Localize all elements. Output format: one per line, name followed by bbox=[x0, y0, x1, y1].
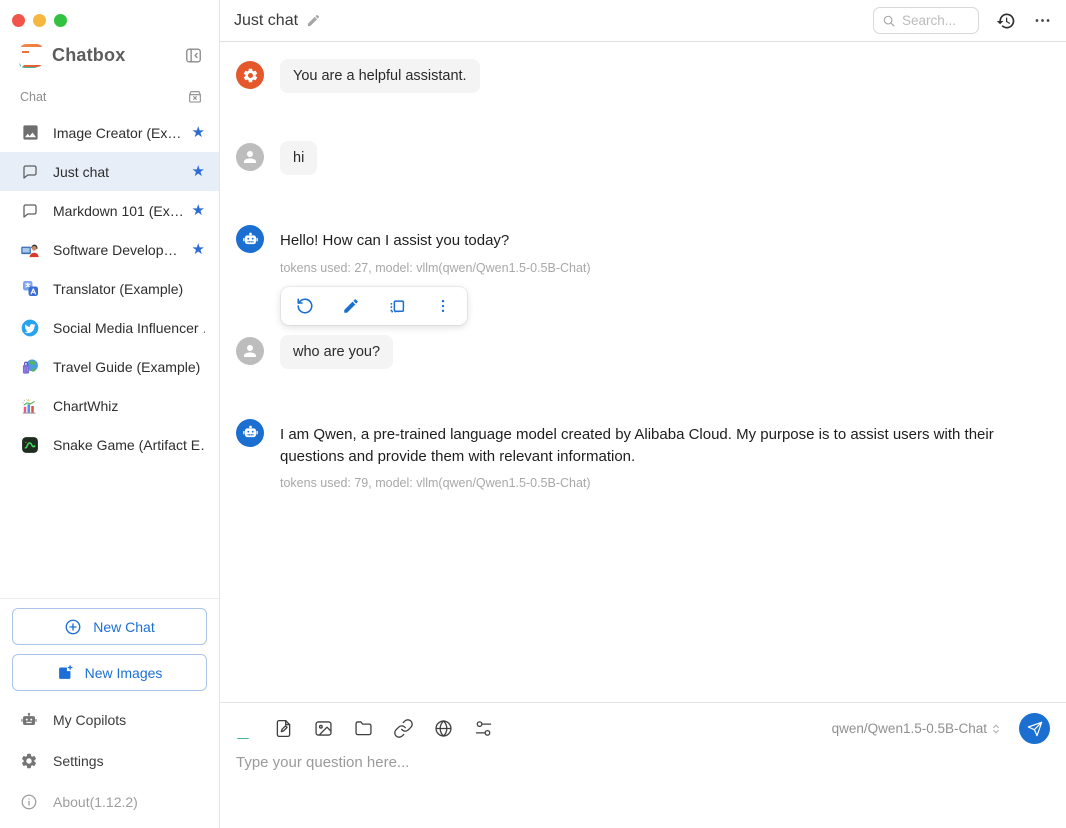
search-icon bbox=[882, 14, 896, 28]
chart-icon bbox=[20, 396, 40, 416]
message-assistant: I am Qwen, a pre-trained language model … bbox=[236, 417, 1050, 491]
settings-sliders-icon[interactable] bbox=[473, 718, 494, 739]
message-text[interactable]: I am Qwen, a pre-trained language model … bbox=[280, 417, 1050, 468]
chat-bubble-icon bbox=[20, 162, 40, 182]
sidebar: Chatbox Chat Image Creator (Ex… ★ bbox=[0, 0, 220, 828]
settings-item[interactable]: Settings bbox=[0, 740, 219, 781]
web-browsing-icon[interactable] bbox=[433, 718, 454, 739]
robot-icon bbox=[241, 423, 260, 442]
more-menu-icon[interactable] bbox=[1033, 11, 1052, 30]
sidebar-item-markdown-101[interactable]: Markdown 101 (Ex… ★ bbox=[0, 191, 219, 230]
search-input[interactable] bbox=[902, 13, 968, 28]
message-bubble[interactable]: who are you? bbox=[280, 335, 393, 369]
sidebar-item-chartwhiz[interactable]: ChartWhiz bbox=[0, 386, 219, 425]
image-icon bbox=[20, 123, 40, 143]
chatbox-logo-icon bbox=[20, 44, 43, 67]
user-avatar bbox=[236, 337, 264, 365]
message-bubble[interactable]: hi bbox=[280, 141, 317, 175]
sidebar-bottom: My Copilots Settings About(1.12.2) bbox=[0, 691, 219, 828]
message-bubble[interactable]: You are a helpful assistant. bbox=[280, 59, 480, 93]
main-area: Just chat bbox=[220, 0, 1066, 828]
send-icon bbox=[1027, 721, 1043, 737]
zoom-window-button[interactable] bbox=[54, 14, 67, 27]
plus-circle-icon bbox=[64, 618, 82, 636]
sidebar-item-translator[interactable]: Translator (Example) bbox=[0, 269, 219, 308]
star-icon[interactable]: ★ bbox=[192, 125, 205, 140]
robot-icon bbox=[20, 711, 38, 729]
developer-icon bbox=[20, 240, 40, 260]
image-plus-icon bbox=[57, 664, 74, 681]
message-meta: tokens used: 27, model: vllm(qwen/Qwen1.… bbox=[280, 261, 1050, 275]
message-input[interactable] bbox=[236, 754, 1050, 814]
brand-row: Chatbox bbox=[0, 30, 219, 67]
sidebar-divider bbox=[0, 598, 219, 599]
sidebar-item-software-developer[interactable]: Software Develop… ★ bbox=[0, 230, 219, 269]
system-avatar bbox=[236, 61, 264, 89]
edit-icon[interactable] bbox=[342, 297, 360, 315]
about-item[interactable]: About(1.12.2) bbox=[0, 781, 219, 822]
star-icon[interactable]: ★ bbox=[192, 164, 205, 179]
chat-bubble-icon bbox=[20, 201, 40, 221]
composer: qwen/Qwen1.5-0.5B-Chat bbox=[220, 702, 1066, 828]
message-user: hi bbox=[236, 141, 1050, 175]
regenerate-icon[interactable] bbox=[296, 297, 314, 315]
info-icon bbox=[20, 793, 38, 811]
more-options-icon[interactable] bbox=[434, 297, 452, 315]
link-icon[interactable] bbox=[393, 718, 414, 739]
my-copilots-item[interactable]: My Copilots bbox=[0, 699, 219, 740]
message-text[interactable]: Hello! How can I assist you today? bbox=[280, 223, 1050, 252]
assistant-avatar bbox=[236, 225, 264, 253]
star-icon[interactable]: ★ bbox=[192, 203, 205, 218]
twitter-icon bbox=[20, 318, 40, 338]
person-icon bbox=[241, 148, 259, 166]
new-images-button[interactable]: New Images bbox=[12, 654, 207, 691]
new-chat-button[interactable]: New Chat bbox=[12, 608, 207, 645]
travel-icon bbox=[20, 357, 40, 377]
chevron-up-down-icon bbox=[989, 722, 1003, 736]
message-action-toolbar bbox=[281, 287, 467, 325]
message-meta: tokens used: 79, model: vllm(qwen/Qwen1.… bbox=[280, 476, 1050, 490]
attach-file-icon[interactable] bbox=[273, 718, 294, 739]
history-icon[interactable] bbox=[996, 11, 1016, 31]
sidebar-item-image-creator[interactable]: Image Creator (Ex… ★ bbox=[0, 113, 219, 152]
chat-list: Image Creator (Ex… ★ Just chat ★ Markdow… bbox=[0, 113, 219, 464]
robot-icon bbox=[241, 230, 260, 249]
edit-title-icon[interactable] bbox=[306, 13, 321, 28]
gear-icon bbox=[242, 67, 259, 84]
conversation-title: Just chat bbox=[234, 12, 298, 30]
gear-icon bbox=[20, 752, 38, 770]
chat-section-label: Chat bbox=[20, 90, 187, 104]
translator-icon bbox=[20, 279, 40, 299]
minimize-window-button[interactable] bbox=[33, 14, 46, 27]
person-icon bbox=[241, 342, 259, 360]
folder-icon[interactable] bbox=[353, 718, 374, 739]
copy-icon[interactable] bbox=[388, 297, 406, 315]
message-user: who are you? bbox=[236, 335, 1050, 369]
sidebar-item-snake-game[interactable]: Snake Game (Artifact E… bbox=[0, 425, 219, 464]
snake-game-icon bbox=[20, 435, 40, 455]
collapse-sidebar-icon[interactable] bbox=[184, 46, 203, 65]
model-selector[interactable]: qwen/Qwen1.5-0.5B-Chat bbox=[832, 721, 1003, 736]
sidebar-item-travel-guide[interactable]: Travel Guide (Example) bbox=[0, 347, 219, 386]
search-box[interactable] bbox=[873, 7, 979, 34]
message-list[interactable]: You are a helpful assistant. hi Hello! H… bbox=[220, 42, 1066, 702]
traffic-lights bbox=[0, 0, 219, 30]
message-assistant: Hello! How can I assist you today? token… bbox=[236, 223, 1050, 325]
send-button[interactable] bbox=[1019, 713, 1050, 744]
star-icon[interactable]: ★ bbox=[192, 242, 205, 257]
message-system: You are a helpful assistant. bbox=[236, 59, 1050, 93]
chatbox-window: Chatbox Chat Image Creator (Ex… ★ bbox=[0, 0, 1066, 828]
sidebar-item-just-chat[interactable]: Just chat ★ bbox=[0, 152, 219, 191]
main-header: Just chat bbox=[220, 0, 1066, 42]
user-avatar bbox=[236, 143, 264, 171]
close-window-button[interactable] bbox=[12, 14, 25, 27]
assistant-avatar bbox=[236, 419, 264, 447]
attach-image-icon[interactable] bbox=[313, 718, 334, 739]
chat-section-header: Chat bbox=[0, 67, 219, 113]
app-title: Chatbox bbox=[52, 45, 184, 66]
clear-conversations-icon[interactable] bbox=[187, 89, 203, 105]
sidebar-item-social-media-influencer[interactable]: Social Media Influencer … bbox=[0, 308, 219, 347]
chatbox-mini-logo-icon[interactable] bbox=[236, 720, 254, 738]
